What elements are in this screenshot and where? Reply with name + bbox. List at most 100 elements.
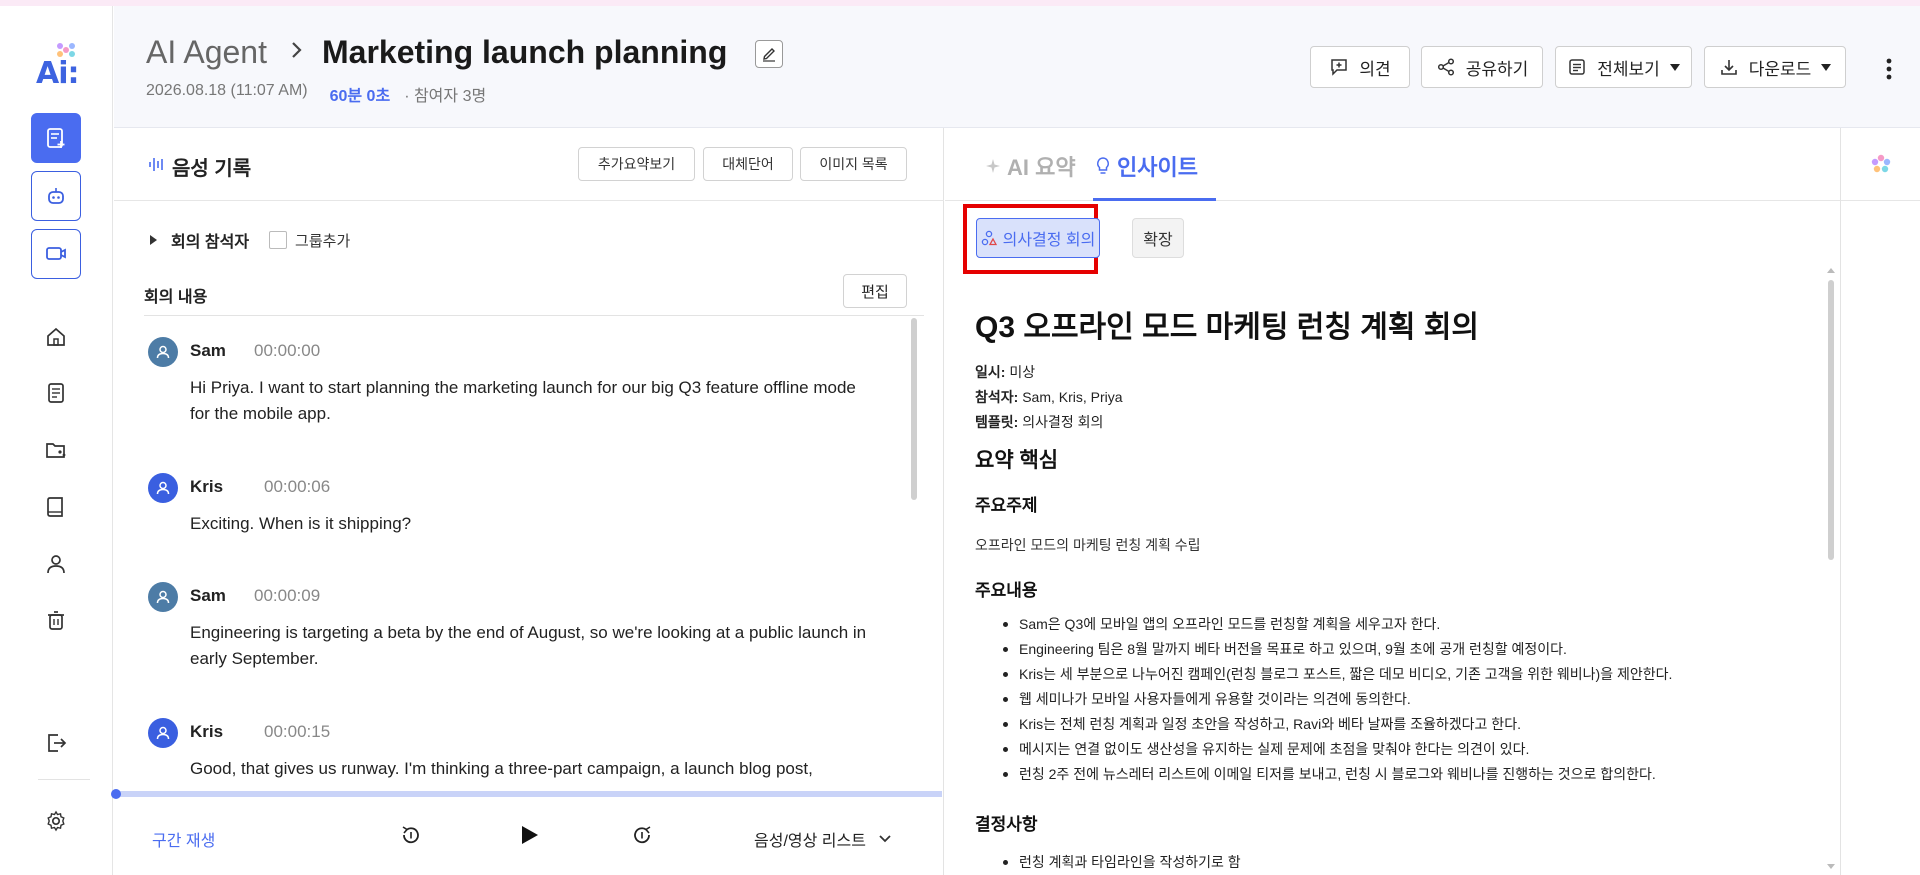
trash-nav[interactable] bbox=[42, 606, 70, 634]
rail-divider bbox=[38, 779, 90, 780]
rewind-icon bbox=[402, 826, 419, 844]
avatar bbox=[148, 473, 178, 503]
list-item: 웹 세미나가 모바일 사용자들에게 유용할 것이라는 의견에 동의한다. bbox=[975, 687, 1672, 712]
doc-template-value: 의사결정 회의 bbox=[1022, 414, 1104, 430]
utterance: Sam 00:00:00 Hi Priya. I want to start p… bbox=[148, 337, 856, 447]
utterance-time[interactable]: 00:00:09 bbox=[254, 586, 320, 606]
bot-icon bbox=[48, 188, 64, 204]
replace-word-button[interactable]: 대체단어 bbox=[703, 147, 793, 181]
utterance: Sam 00:00:09 Engineering is targeting a … bbox=[148, 582, 866, 692]
forward-icon bbox=[634, 826, 651, 844]
logout-icon bbox=[48, 734, 67, 752]
speaker-name: Kris bbox=[190, 722, 224, 741]
extra-summary-button[interactable]: 추가요약보기 bbox=[578, 147, 695, 181]
media-list-label: 음성/영상 리스트 bbox=[754, 833, 866, 850]
chevron-down-icon bbox=[879, 835, 891, 843]
content-divider bbox=[144, 315, 924, 316]
content-heading: 주요내용 bbox=[975, 581, 1038, 600]
flower-assistant-icon[interactable] bbox=[1870, 153, 1892, 175]
left-rail: Ai: bbox=[0, 6, 113, 875]
doc-attendees-value: Sam, Kris, Priya bbox=[1022, 389, 1123, 405]
section-play-button[interactable]: 구간 재생 bbox=[152, 827, 215, 851]
person-icon bbox=[47, 555, 65, 574]
logout-nav[interactable] bbox=[42, 729, 70, 757]
home-nav[interactable] bbox=[42, 323, 70, 351]
shared-folder-nav[interactable] bbox=[42, 436, 70, 464]
transcript-scrollbar[interactable] bbox=[911, 318, 917, 500]
waveform-icon bbox=[149, 158, 163, 171]
avatar bbox=[148, 337, 178, 367]
view-all-label: 전체보기 bbox=[1597, 59, 1660, 79]
play-button[interactable] bbox=[517, 823, 541, 852]
utterance-time[interactable]: 00:00:15 bbox=[264, 722, 330, 742]
person-avatar-icon bbox=[156, 590, 170, 604]
edit-title-button[interactable] bbox=[755, 40, 783, 68]
breadcrumb-root[interactable]: AI Agent bbox=[146, 34, 267, 71]
participants-row: 회의 참석자 그룹추가 bbox=[150, 228, 350, 252]
group-add-checkbox[interactable] bbox=[269, 231, 288, 249]
insight-panel: AI 요약 인사이트 의사결정 회의 확장 Q3 오프라인 모드 마케팅 런칭 … bbox=[945, 128, 1840, 875]
utterance: Kris 00:00:06 Exciting. When is it shipp… bbox=[148, 473, 848, 553]
tab-ai-summary-label: AI 요약 bbox=[1007, 155, 1076, 180]
image-list-button[interactable]: 이미지 목록 bbox=[800, 147, 907, 181]
screen-record-button[interactable] bbox=[31, 229, 81, 279]
ai-agent-button[interactable] bbox=[31, 171, 81, 221]
utterance-text: Good, that gives us runway. I'm thinking… bbox=[190, 759, 813, 778]
voice-record-title: 음성 기록 bbox=[172, 158, 252, 180]
opinion-button[interactable]: 의견 bbox=[1310, 46, 1410, 88]
expand-chip[interactable]: 확장 bbox=[1132, 218, 1184, 258]
edit-transcript-button[interactable]: 편집 bbox=[843, 274, 907, 308]
pencil-icon bbox=[763, 48, 775, 62]
scroll-up-arrow[interactable] bbox=[1827, 268, 1835, 273]
shared-folder-icon bbox=[46, 443, 66, 458]
library-nav[interactable] bbox=[42, 493, 70, 521]
breadcrumb-chevron-icon bbox=[290, 40, 304, 65]
decision-list: 런칭 계획과 타임라인을 작성하기로 함 bbox=[975, 850, 1241, 875]
scroll-down-arrow[interactable] bbox=[1827, 864, 1835, 869]
utterance-text: Engineering is targeting a beta by the e… bbox=[190, 623, 867, 668]
play-icon bbox=[522, 826, 538, 844]
sparkle-icon bbox=[986, 159, 1000, 173]
profile-nav[interactable] bbox=[42, 550, 70, 578]
meeting-date: 2026.08.18 (11:07 AM) bbox=[146, 82, 308, 99]
meeting-content-label: 회의 내용 bbox=[144, 289, 208, 306]
tab-insight-label: 인사이트 bbox=[1117, 155, 1198, 180]
forward-button[interactable] bbox=[630, 823, 654, 852]
person-avatar-icon bbox=[156, 481, 170, 495]
utterance-text: Hi Priya. I want to start planning the m… bbox=[190, 378, 856, 423]
summary-heading: 요약 핵심 bbox=[975, 449, 1059, 472]
view-all-dropdown[interactable]: 전체보기 bbox=[1555, 46, 1692, 88]
decision-heading: 결정사항 bbox=[975, 815, 1038, 834]
doc-date-value: 미상 bbox=[1009, 364, 1036, 380]
insight-tabs: AI 요약 인사이트 bbox=[945, 128, 1840, 201]
insight-scrollbar[interactable] bbox=[1828, 280, 1834, 560]
speaker-name: Sam bbox=[190, 586, 226, 605]
utterance-time[interactable]: 00:00:06 bbox=[264, 477, 330, 497]
lightbulb-icon bbox=[1097, 157, 1109, 174]
active-tab-underline bbox=[1093, 198, 1216, 201]
topic-text: 오프라인 모드의 마케팅 런칭 계획 수립 bbox=[975, 537, 1201, 553]
documents-nav[interactable] bbox=[42, 379, 70, 407]
participants-label[interactable]: 회의 참석자 bbox=[171, 228, 249, 252]
tab-insight[interactable]: 인사이트 bbox=[1095, 150, 1198, 182]
more-menu-button[interactable] bbox=[1874, 54, 1904, 84]
utterance-time[interactable]: 00:00:00 bbox=[254, 341, 320, 361]
share-button[interactable]: 공유하기 bbox=[1421, 46, 1543, 88]
download-dropdown[interactable]: 다운로드 bbox=[1704, 46, 1846, 88]
settings-nav[interactable] bbox=[42, 807, 70, 835]
new-note-button[interactable] bbox=[31, 113, 81, 163]
logo-text: Ai: bbox=[36, 56, 79, 91]
tab-ai-summary[interactable]: AI 요약 bbox=[985, 150, 1076, 182]
decision-meeting-chip[interactable]: 의사결정 회의 bbox=[976, 218, 1100, 258]
comment-add-icon bbox=[1331, 59, 1348, 76]
person-avatar-icon bbox=[156, 726, 170, 740]
app-logo[interactable]: Ai: bbox=[36, 40, 84, 91]
list-item: Sam은 Q3에 모바일 앱의 오프라인 모드를 런칭할 계획을 세우고자 한다… bbox=[975, 612, 1672, 637]
document-icon bbox=[48, 383, 64, 403]
media-list-dropdown[interactable]: 음성/영상 리스트 bbox=[754, 827, 892, 851]
doc-template: 템플릿: 의사결정 회의 bbox=[975, 412, 1103, 432]
voice-record-panel: 음성 기록 추가요약보기 대체단어 이미지 목록 회의 참석자 그룹추가 회의 … bbox=[111, 128, 944, 875]
caret-down-icon bbox=[1821, 63, 1832, 71]
expand-triangle-icon[interactable] bbox=[150, 235, 157, 245]
rewind-button[interactable] bbox=[399, 823, 423, 852]
